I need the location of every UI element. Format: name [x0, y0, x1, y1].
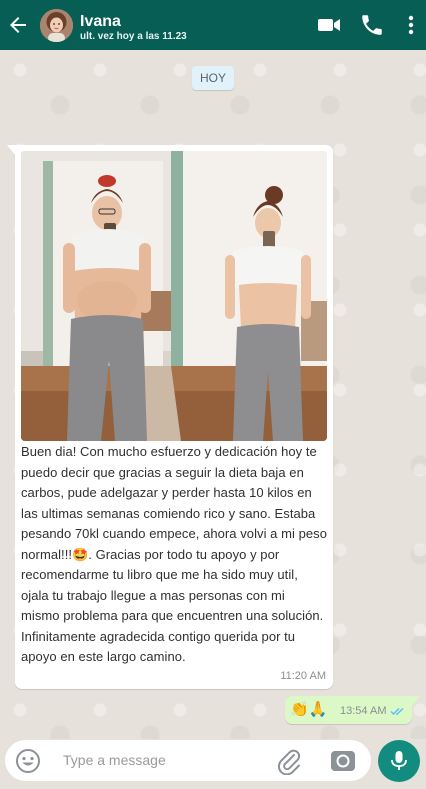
phone-icon[interactable] — [359, 12, 385, 38]
date-chip: HOY — [192, 66, 234, 90]
outgoing-message-bubble[interactable]: 👏🙏 13:54 AM — [285, 696, 420, 724]
more-vertical-icon[interactable] — [402, 12, 420, 38]
attach-icon[interactable] — [275, 747, 303, 775]
camera-icon[interactable] — [329, 747, 357, 775]
last-seen-status: ult. vez hoy a las 11.23 — [80, 31, 187, 42]
video-call-icon[interactable] — [316, 12, 342, 38]
emoji-icon[interactable] — [15, 748, 41, 774]
message-timestamp: 11:20 AM — [280, 670, 326, 682]
read-ticks-icon — [390, 707, 404, 715]
contact-name[interactable]: Ivana — [80, 13, 121, 31]
back-arrow-icon[interactable] — [6, 13, 30, 37]
message-photo[interactable] — [21, 151, 327, 441]
message-timestamp: 13:54 AM — [340, 705, 387, 717]
mic-button[interactable] — [378, 740, 420, 782]
mic-icon — [391, 751, 407, 770]
incoming-message-bubble[interactable]: Buen dia! Con mucho esfuerzo y dedicació… — [7, 145, 333, 689]
message-input[interactable] — [57, 746, 269, 774]
message-composer — [5, 740, 371, 781]
message-text: 👏🙏 — [290, 701, 328, 718]
message-text: Buen dia! Con mucho esfuerzo y dedicació… — [21, 444, 327, 664]
chat-header: Ivana ult. vez hoy a las 11.23 — [0, 0, 426, 50]
avatar[interactable] — [40, 9, 73, 42]
